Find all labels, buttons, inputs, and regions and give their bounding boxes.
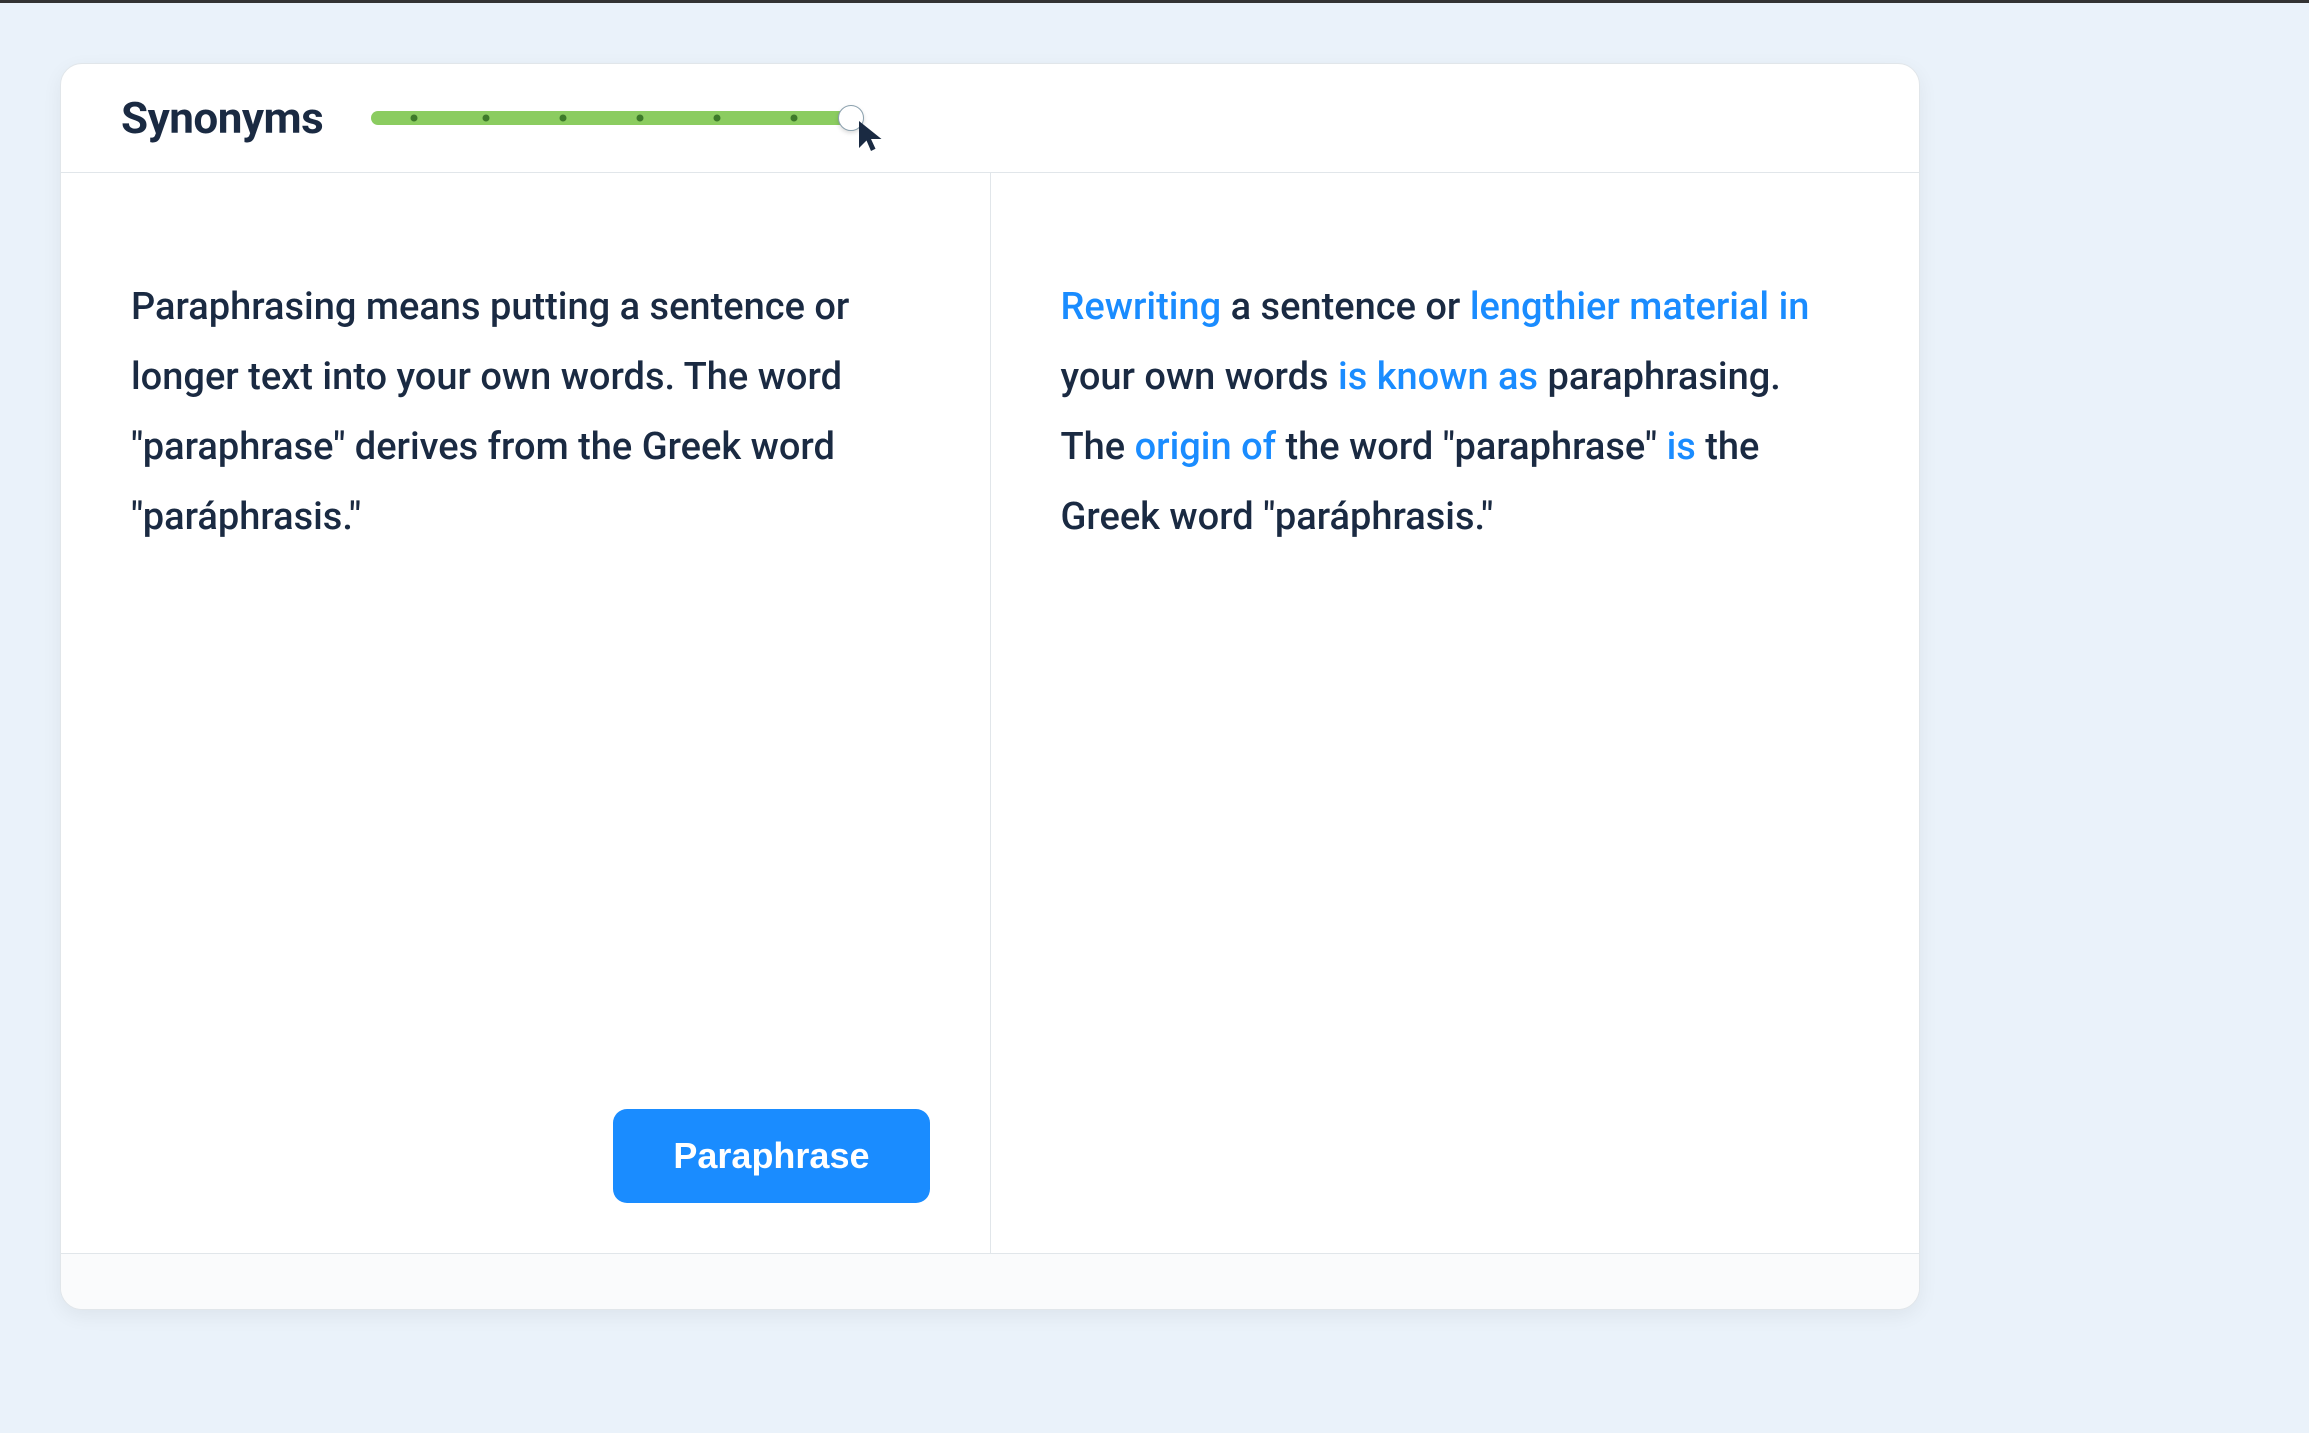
card-header: Synonyms [61, 64, 1919, 173]
synonyms-label: Synonyms [121, 92, 323, 144]
output-panel: Rewriting a sentence or lengthier materi… [991, 173, 1920, 1253]
slider-step-dot [411, 115, 418, 122]
input-panel: Paraphrasing means putting a sentence or… [61, 173, 991, 1253]
unchanged-text: a sentence or [1221, 285, 1470, 329]
changed-word[interactable]: lengthier material in [1470, 285, 1810, 329]
slider-step-dot [483, 115, 490, 122]
changed-word[interactable]: is known as [1338, 355, 1538, 399]
slider-track [371, 111, 851, 125]
slider-step-dot [637, 115, 644, 122]
paraphraser-card: Synonyms Paraphrasing means putting a se… [60, 63, 1920, 1310]
synonyms-slider[interactable] [371, 104, 851, 132]
slider-handle[interactable] [838, 105, 864, 131]
paraphrase-button[interactable]: Paraphrase [613, 1109, 929, 1203]
output-text[interactable]: Rewriting a sentence or lengthier materi… [1061, 273, 1841, 553]
changed-word[interactable]: origin of [1135, 425, 1276, 469]
unchanged-text: the word "paraphrase" [1276, 425, 1667, 469]
input-text[interactable]: Paraphrasing means putting a sentence or… [131, 273, 911, 553]
slider-step-dot [790, 115, 797, 122]
slider-step-dot [713, 115, 720, 122]
unchanged-text: your own words [1061, 355, 1339, 399]
slider-step-dot [560, 115, 567, 122]
changed-word[interactable]: Rewriting [1061, 285, 1222, 329]
changed-word[interactable]: is [1667, 425, 1696, 469]
panels: Paraphrasing means putting a sentence or… [61, 173, 1919, 1253]
card-footer [61, 1253, 1919, 1309]
